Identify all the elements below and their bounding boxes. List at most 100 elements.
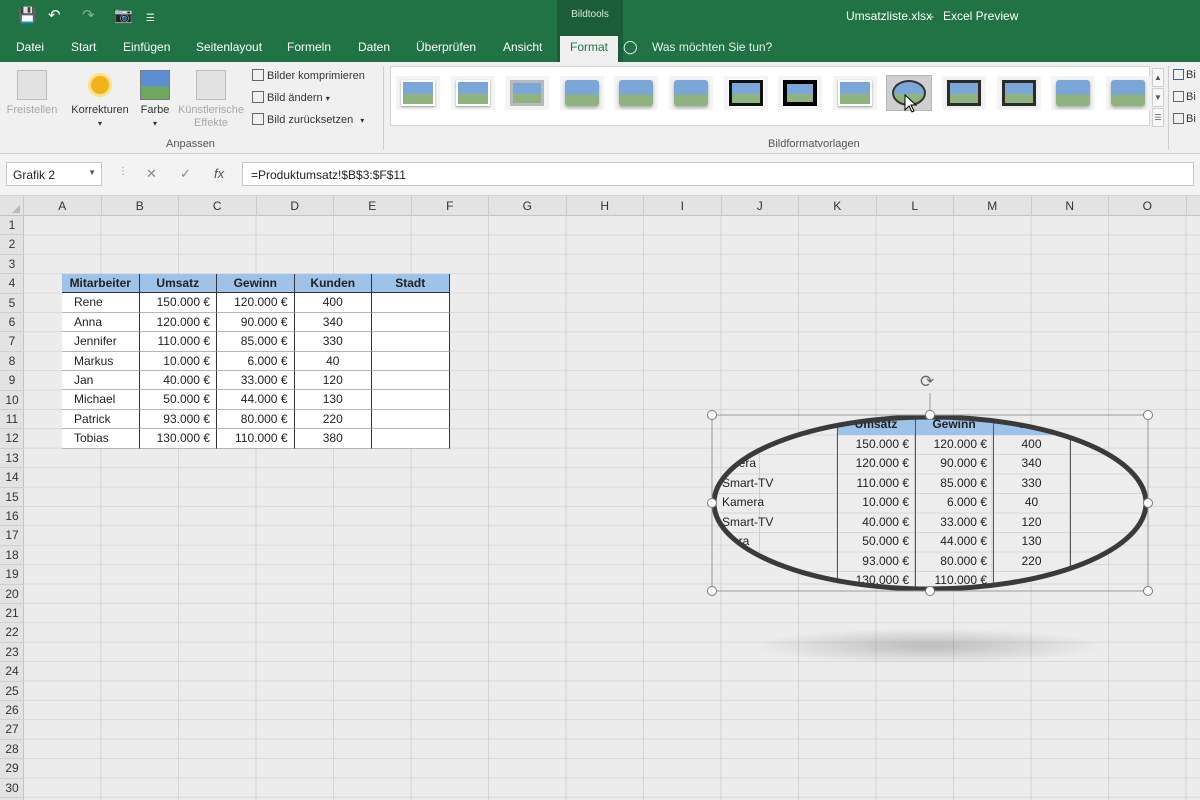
table-cell[interactable]: 90.000 € bbox=[217, 312, 295, 333]
table-cell[interactable]: Jennifer bbox=[62, 332, 140, 352]
select-all-corner[interactable] bbox=[0, 196, 24, 216]
row-header[interactable]: 24 bbox=[0, 662, 24, 682]
picture-style-thumbnail[interactable] bbox=[614, 76, 659, 110]
row-header[interactable]: 23 bbox=[0, 643, 24, 663]
row-header[interactable]: 25 bbox=[0, 682, 24, 701]
row-header[interactable]: 28 bbox=[0, 740, 24, 760]
bild-zuruecksetzen-button[interactable]: Bild zurücksetzen ▾ bbox=[252, 113, 364, 126]
table-cell[interactable]: 130 bbox=[294, 390, 372, 410]
column-header[interactable]: H bbox=[567, 196, 644, 216]
undo-icon[interactable]: ↶ bbox=[48, 8, 61, 24]
picture-style-thumbnail[interactable] bbox=[669, 76, 713, 110]
row-header[interactable]: 8 bbox=[0, 352, 24, 372]
row-header[interactable]: 29 bbox=[0, 759, 24, 779]
table-cell[interactable]: 40 bbox=[294, 351, 372, 371]
table-cell[interactable]: Michael bbox=[62, 390, 140, 410]
column-header[interactable]: B bbox=[102, 196, 179, 216]
picture-style-thumbnail[interactable] bbox=[450, 76, 495, 110]
table-cell[interactable]: Markus bbox=[62, 351, 140, 371]
table-cell[interactable]: 330 bbox=[294, 332, 372, 352]
picture-effects-button[interactable]: Bi bbox=[1173, 91, 1196, 103]
picture-style-thumbnail[interactable] bbox=[396, 76, 440, 110]
column-header[interactable]: A bbox=[24, 196, 102, 216]
table-cell[interactable]: 110.000 € bbox=[217, 429, 295, 449]
camera-icon[interactable]: 📷 bbox=[114, 8, 133, 24]
table-cell[interactable]: 10.000 € bbox=[139, 351, 217, 371]
column-header[interactable]: O bbox=[1109, 196, 1187, 216]
row-header[interactable]: 1 bbox=[0, 216, 24, 236]
row-header[interactable]: 4 bbox=[0, 274, 24, 294]
tab-seitenlayout[interactable]: Seitenlayout bbox=[196, 40, 262, 54]
picture-style-thumbnail[interactable] bbox=[1105, 76, 1150, 110]
row-header[interactable]: 6 bbox=[0, 313, 24, 333]
table-cell[interactable]: 120.000 € bbox=[139, 312, 217, 333]
table-cell[interactable]: 85.000 € bbox=[217, 332, 295, 352]
table-cell[interactable]: 400 bbox=[294, 293, 372, 313]
row-header[interactable]: 22 bbox=[0, 623, 24, 643]
row-header[interactable]: 27 bbox=[0, 720, 24, 740]
bilder-komprimieren-button[interactable]: Bilder komprimieren bbox=[252, 69, 365, 82]
row-header[interactable]: 11 bbox=[0, 410, 24, 430]
table-cell[interactable]: 50.000 € bbox=[139, 390, 217, 410]
resize-handle[interactable] bbox=[1143, 410, 1153, 420]
column-header[interactable]: E bbox=[334, 196, 412, 216]
table-cell[interactable]: 44.000 € bbox=[217, 390, 295, 410]
bild-aendern-button[interactable]: Bild ändern ▾ bbox=[252, 91, 330, 104]
table-cell[interactable]: 340 bbox=[294, 312, 372, 333]
column-header[interactable]: J bbox=[722, 196, 799, 216]
picture-style-thumbnail[interactable] bbox=[1051, 76, 1096, 110]
table-cell[interactable] bbox=[372, 409, 450, 430]
row-header[interactable]: 14 bbox=[0, 468, 24, 488]
resize-handle[interactable] bbox=[925, 586, 935, 596]
table-cell[interactable] bbox=[372, 293, 450, 313]
table-cell[interactable]: 110.000 € bbox=[139, 332, 217, 352]
row-header[interactable]: 18 bbox=[0, 546, 24, 566]
resize-handle[interactable] bbox=[707, 586, 717, 596]
table-cell[interactable]: 220 bbox=[294, 409, 372, 430]
table-cell[interactable]: 380 bbox=[294, 429, 372, 449]
resize-handle[interactable] bbox=[707, 410, 717, 420]
picture-style-thumbnail[interactable] bbox=[942, 76, 986, 110]
picture-border-button[interactable]: Bi bbox=[1173, 69, 1196, 81]
picture-style-thumbnail[interactable] bbox=[778, 76, 823, 110]
tab-daten[interactable]: Daten bbox=[358, 40, 390, 54]
row-header[interactable]: 19 bbox=[0, 565, 24, 585]
gallery-scroll-down[interactable]: ▼ bbox=[1152, 88, 1164, 107]
table-cell[interactable]: Jan bbox=[62, 371, 140, 391]
column-header[interactable]: L bbox=[877, 196, 954, 216]
row-header[interactable]: 30 bbox=[0, 779, 24, 798]
picture-style-thumbnail[interactable] bbox=[832, 76, 877, 110]
table-cell[interactable]: 93.000 € bbox=[139, 409, 217, 430]
name-box[interactable]: Grafik 2 ▼ bbox=[6, 162, 102, 186]
column-header[interactable]: F bbox=[412, 196, 489, 216]
enter-icon[interactable]: ✓ bbox=[180, 166, 191, 182]
table-cell[interactable]: 80.000 € bbox=[217, 409, 295, 430]
resize-handle[interactable] bbox=[925, 410, 935, 420]
resize-handle[interactable] bbox=[1143, 586, 1153, 596]
row-header[interactable]: 2 bbox=[0, 235, 24, 255]
korrekturen-button[interactable]: Korrekturen ▾ bbox=[66, 70, 134, 130]
farbe-button[interactable]: Farbe ▾ bbox=[137, 70, 173, 130]
row-header[interactable]: 3 bbox=[0, 255, 24, 275]
row-header[interactable]: 13 bbox=[0, 449, 24, 469]
column-header[interactable]: N bbox=[1032, 196, 1109, 216]
resize-handle[interactable] bbox=[707, 498, 717, 508]
picture-layout-button[interactable]: Bi bbox=[1173, 113, 1196, 125]
table-cell[interactable]: Rene bbox=[62, 293, 140, 313]
tab-ansicht[interactable]: Ansicht bbox=[503, 40, 542, 54]
column-header[interactable]: I bbox=[644, 196, 722, 216]
row-header[interactable]: 26 bbox=[0, 701, 24, 721]
row-header[interactable]: 7 bbox=[0, 332, 24, 352]
tab-ueberpruefen[interactable]: Überprüfen bbox=[416, 40, 476, 54]
table-cell[interactable] bbox=[372, 332, 450, 352]
column-header[interactable]: C bbox=[179, 196, 257, 216]
table-cell[interactable]: Tobias bbox=[62, 429, 140, 449]
tab-format[interactable]: Format bbox=[560, 36, 619, 62]
gallery-more[interactable]: ☰ bbox=[1152, 108, 1164, 127]
tab-formeln[interactable]: Formeln bbox=[287, 40, 331, 54]
row-header[interactable]: 12 bbox=[0, 429, 24, 449]
picture-style-thumbnail[interactable] bbox=[505, 76, 550, 110]
resize-handle[interactable] bbox=[1143, 498, 1153, 508]
table-cell[interactable]: 33.000 € bbox=[217, 371, 295, 391]
tab-start[interactable]: Start bbox=[71, 40, 96, 54]
